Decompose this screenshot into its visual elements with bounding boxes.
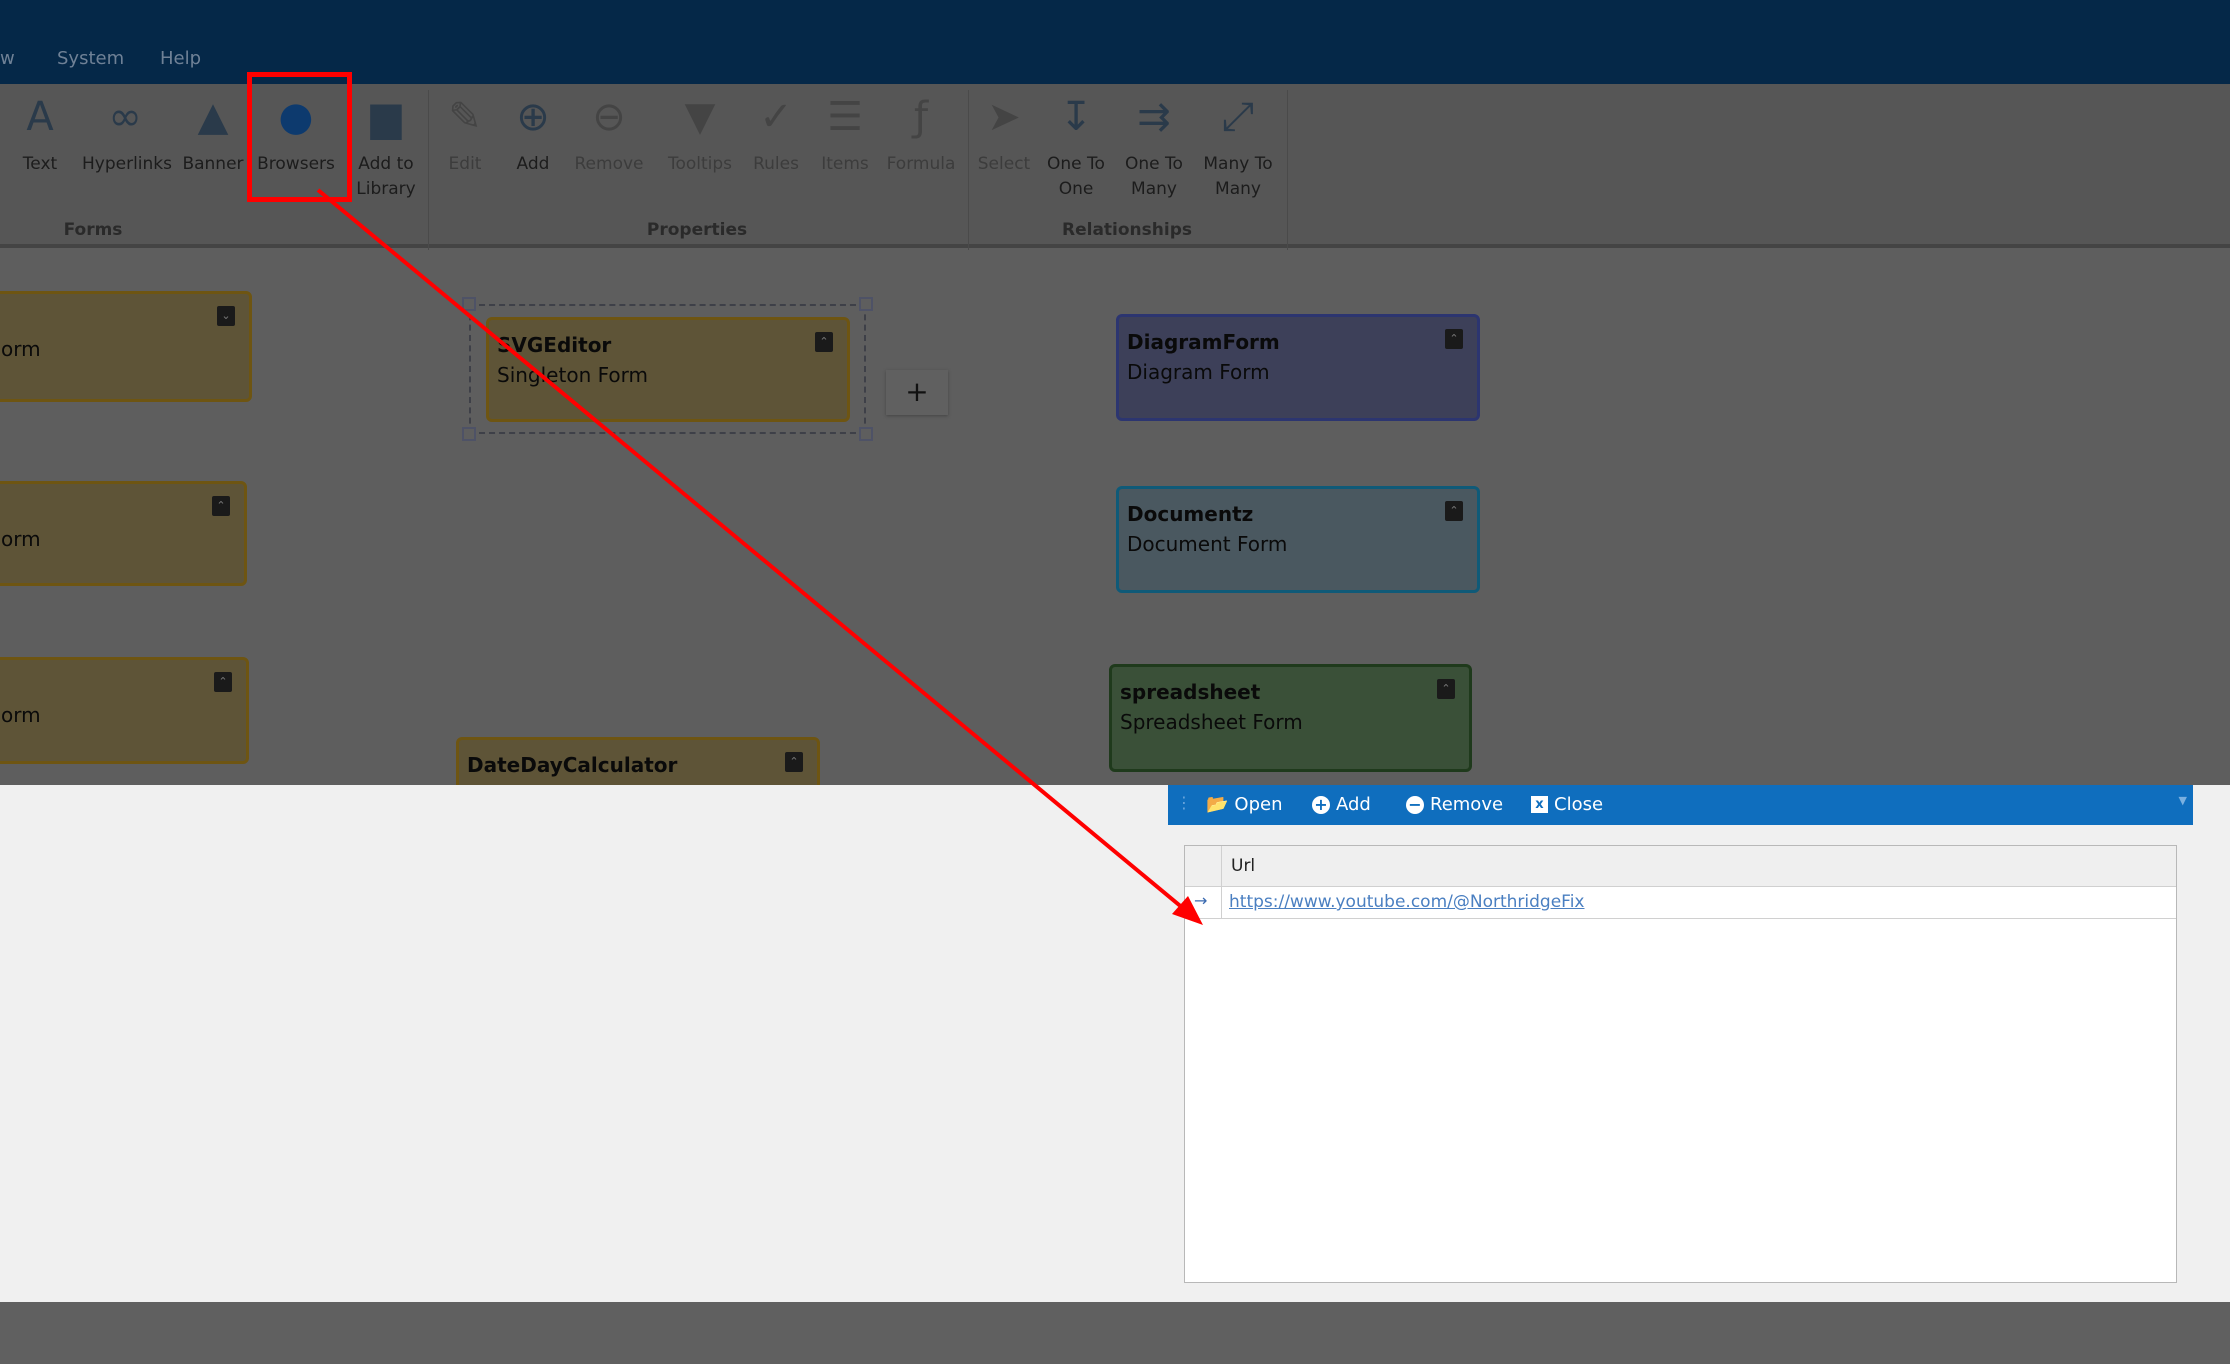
ribbon-button-add[interactable]: ⊕ Add: [490, 92, 576, 177]
ribbon-button-one-to-one[interactable]: ↧ One To One: [1033, 92, 1119, 202]
grid-header: Url: [1185, 846, 2176, 887]
ribbon-button-label: Add to Library: [356, 154, 416, 199]
collapse-icon[interactable]: ⌃: [212, 496, 230, 516]
remove-button[interactable]: − Remove: [1406, 794, 1503, 815]
ribbon-button-formula[interactable]: ƒ Formula: [878, 92, 964, 177]
diagram-canvas[interactable]: orm ⌄ orm ⌃ orm ⌃ SVGEditor Singleton Form ⌃ …: [0, 252, 2230, 785]
highlight-box: [247, 72, 352, 202]
ribbon-button-label: Edit: [448, 154, 482, 174]
ribbon-button-label: Rules: [753, 154, 799, 174]
menu-help[interactable]: Help: [160, 48, 201, 69]
ribbon-button-label: Hyperlinks: [82, 154, 173, 174]
ribbon-button-label: Formula: [886, 154, 956, 174]
rules-icon: ✓: [759, 94, 793, 140]
collapse-icon[interactable]: ⌃: [1445, 501, 1463, 521]
close-box-icon: x: [1531, 796, 1548, 813]
resize-handle[interactable]: [462, 427, 476, 441]
row-indicator-header: [1185, 846, 1222, 886]
folder-open-icon: 📂: [1206, 794, 1229, 815]
form-card[interactable]: orm ⌃: [0, 481, 247, 586]
tooltip-icon: ▼: [684, 94, 716, 140]
resize-handle[interactable]: [462, 297, 476, 311]
one-to-many-icon: ⇉: [1137, 94, 1171, 140]
form-card[interactable]: orm ⌄: [0, 291, 252, 402]
many-to-many-icon: ⤢: [1222, 94, 1254, 140]
form-card-spreadsheet[interactable]: spreadsheet Spreadsheet Form ⌃: [1109, 664, 1472, 772]
grip-icon[interactable]: ⋮: [1176, 793, 1192, 812]
column-header-url[interactable]: Url: [1231, 856, 1255, 876]
resize-handle[interactable]: [859, 427, 873, 441]
form-card-datedaycalculator[interactable]: DateDayCalculator ⌃: [456, 737, 820, 785]
ribbon-button-label: Select: [977, 154, 1031, 174]
add-label: Add: [1336, 794, 1371, 815]
collapse-icon[interactable]: ⌃: [1445, 329, 1463, 349]
folder-add-icon: ▆: [370, 94, 402, 140]
items-icon: ☰: [827, 94, 863, 140]
divider: [1287, 90, 1288, 250]
ribbon-button-tooltips[interactable]: ▼ Tooltips: [657, 92, 743, 177]
ribbon-button-one-to-many[interactable]: ⇉ One To Many: [1111, 92, 1197, 202]
group-label-relationships: Relationships: [1062, 220, 1192, 240]
browsers-toolbar: ⋮ 📂 Open + Add − Remove x Close ▼: [1168, 785, 2193, 825]
text-icon: A: [26, 94, 54, 140]
expand-icon[interactable]: ⌄: [217, 306, 235, 326]
menu-system[interactable]: System: [57, 48, 124, 69]
remove-icon: ⊖: [592, 94, 626, 140]
form-card-documentz[interactable]: Documentz Document Form ⌃: [1116, 486, 1480, 593]
collapse-icon[interactable]: ⌃: [214, 672, 232, 692]
close-button[interactable]: x Close: [1531, 794, 1603, 815]
ribbon-button-label: Items: [821, 154, 869, 174]
ribbon-button-label: One To One: [1047, 154, 1105, 199]
ribbon-button-label: Remove: [574, 154, 644, 174]
url-link[interactable]: https://www.youtube.com/@NorthridgeFix: [1229, 892, 1584, 912]
remove-label: Remove: [1430, 794, 1504, 815]
table-row[interactable]: → https://www.youtube.com/@NorthridgeFix: [1185, 887, 2176, 919]
ribbon-button-label: Banner: [182, 154, 244, 174]
collapse-icon[interactable]: ⌃: [815, 332, 833, 352]
link-icon: ∞: [108, 94, 142, 140]
arrow-right-icon: →: [1194, 891, 1208, 910]
menu-view[interactable]: w: [0, 48, 15, 69]
ribbon-button-items[interactable]: ☰ Items: [802, 92, 888, 177]
ribbon-button-label: Text: [22, 154, 58, 174]
group-label-forms: Forms: [63, 220, 123, 240]
open-button[interactable]: 📂 Open: [1206, 794, 1283, 815]
image-icon: ▲: [197, 94, 229, 140]
ribbon-button-many-to-many[interactable]: ⤢ Many To Many: [1195, 92, 1281, 202]
collapse-icon[interactable]: ⌃: [1437, 679, 1455, 699]
plus-circle-icon: +: [1312, 795, 1330, 814]
add-icon: ⊕: [516, 94, 550, 140]
one-to-one-icon: ↧: [1059, 94, 1093, 140]
ribbon-button-label: Many To Many: [1203, 154, 1273, 199]
row-indicator: →: [1185, 887, 1222, 918]
ribbon-button-remove[interactable]: ⊖ Remove: [566, 92, 652, 177]
ribbon-button-text[interactable]: A Text: [0, 92, 83, 177]
close-label: Close: [1554, 794, 1604, 815]
formula-icon: ƒ: [913, 94, 929, 140]
ribbon-button-label: Tooltips: [667, 154, 733, 174]
open-label: Open: [1234, 794, 1283, 815]
browsers-panel: ⋮ 📂 Open + Add − Remove x Close ▼ Url → https…: [0, 785, 2230, 1302]
minus-circle-icon: −: [1406, 795, 1424, 814]
ribbon-button-label: One To Many: [1125, 154, 1183, 199]
form-card-diagramform[interactable]: DiagramForm Diagram Form ⌃: [1116, 314, 1480, 421]
ribbon-button-add-to-library[interactable]: ▆ Add to Library: [343, 92, 429, 202]
status-area: [0, 1302, 2230, 1364]
ribbon-button-hyperlinks[interactable]: ∞ Hyperlinks: [82, 92, 172, 177]
group-label-properties: Properties: [646, 220, 748, 240]
resize-handle[interactable]: [859, 297, 873, 311]
edit-icon: ✎: [448, 94, 482, 140]
ribbon-button-banner[interactable]: ▲ Banner: [170, 92, 256, 177]
add-button[interactable]: + Add: [1312, 794, 1371, 815]
form-card-svgeditor[interactable]: SVGEditor Singleton Form ⌃: [486, 317, 850, 422]
cursor-icon: ➤: [987, 94, 1021, 140]
url-grid: Url → https://www.youtube.com/@Northridge…: [1184, 845, 2177, 1283]
ribbon-button-label: Add: [516, 154, 550, 174]
collapse-icon[interactable]: ⌃: [785, 752, 803, 772]
add-button[interactable]: +: [886, 370, 948, 415]
dropdown-icon[interactable]: ▼: [2179, 794, 2187, 807]
form-card[interactable]: orm ⌃: [0, 657, 249, 764]
